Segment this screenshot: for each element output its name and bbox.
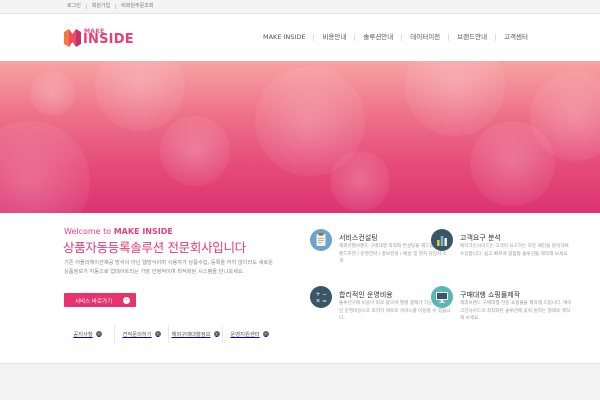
clipboard-icon (310, 229, 332, 251)
nav-data-migration[interactable]: 데이터이전 (402, 33, 448, 42)
quick-link-label: 견적문의하기 (122, 332, 152, 338)
chevron-right-icon: › (95, 331, 102, 337)
bokeh-circle (95, 61, 185, 131)
bokeh-circle (30, 71, 75, 116)
chevron-right-icon: › (213, 331, 220, 337)
service-title: 고객요구 분석 (460, 234, 501, 242)
main-nav: MAKE INSIDE 비용안내 솔루션안내 데이터이전 브랜드안내 고객센터 (255, 33, 536, 42)
welcome-prefix: Welcome to (64, 227, 114, 236)
service-title: 구매대행 쇼핑몰제작 (460, 291, 521, 299)
divider (85, 4, 87, 9)
chevron-right-icon: › (262, 331, 269, 337)
site-logo[interactable]: MAKE INSIDE (64, 28, 148, 48)
nav-make-inside[interactable]: MAKE INSIDE (255, 33, 313, 42)
service-description: 메이크인사이드는 고객이 요구하는 모든 패턴을 분석하여 수용합니다. 쉽고 … (460, 244, 569, 257)
quick-link-label: 운영지원센터 (230, 332, 260, 338)
headline: 상품자동등록솔루션 전문회사입니다 (63, 240, 246, 255)
bokeh-circle (0, 121, 90, 213)
calculator-icon: + − × = (310, 286, 332, 308)
quick-link-label: 공지사항 (73, 332, 93, 338)
quick-links: 공지사항 › 견적문의하기 › 해외구매대행정보 › 운영지원센터 › (61, 325, 276, 343)
quick-link-estimate[interactable]: 견적문의하기 › (115, 325, 169, 343)
bokeh-circle (160, 116, 230, 186)
bottom-section (0, 363, 600, 400)
monitor-icon (431, 286, 453, 308)
welcome-line: Welcome to MAKE INSIDE (64, 227, 173, 236)
service-customer-analysis[interactable]: 고객요구 분석 메이크인사이드는 고객이 요구하는 모든 패턴을 분석하여 수용… (431, 229, 569, 269)
svg-text:=: = (322, 298, 327, 305)
quick-link-notice[interactable]: 공지사항 › (61, 325, 115, 343)
nav-brands[interactable]: 브랜드안내 (449, 33, 495, 42)
nav-support[interactable]: 고객센터 (496, 33, 536, 42)
svg-text:×: × (316, 298, 321, 305)
signup-link[interactable]: 회원가입 (92, 2, 110, 10)
logo-inside-text: INSIDE (83, 32, 134, 47)
nav-pricing[interactable]: 비용안내 (314, 33, 354, 42)
main-content: Welcome to MAKE INSIDE 상품자동등록솔루션 전문회사입니다… (0, 213, 600, 363)
service-go-label: 서비스 바로가기 (75, 298, 113, 305)
quick-link-overseas-info[interactable]: 해외구매대행정보 › (169, 325, 223, 343)
site-header: MAKE INSIDE MAKE INSIDE 비용안내 솔루션안내 데이터이전… (0, 14, 600, 61)
utility-links: 로그인 회원가입 비회원주문조회 (67, 2, 153, 10)
chevron-right-icon: › (154, 331, 161, 337)
guest-order-link[interactable]: 비회원주문조회 (121, 2, 153, 10)
bokeh-circle (405, 61, 505, 136)
service-shop-build[interactable]: 구매대행 쇼핑몰제작 해외브랜드 구매대행 전용 쇼핑몰을 제작해 드립니다. … (431, 286, 572, 326)
quick-link-label: 해외구매대행정보 (171, 332, 211, 338)
service-reasonable-cost[interactable]: + − × = 합리적인 운영비용 솔루션구매 비용이 따로 없으며 월별 결제… (310, 286, 451, 326)
logo-icon (64, 29, 81, 47)
nav-solution[interactable]: 솔루션안내 (355, 33, 401, 42)
service-description: 해외브랜드 구매대행 전용 쇼핑몰을 제작해 드립니다. 메이크인사이드의 최적… (460, 301, 572, 321)
divider (115, 4, 117, 9)
service-consulting[interactable]: 서비스컨설팅 해외유명브랜드 구매대행 최적화 컨설팅을 해드립니다. 브랜드추… (310, 229, 449, 269)
login-link[interactable]: 로그인 (67, 2, 81, 10)
bokeh-circle (330, 151, 390, 211)
utility-bar: 로그인 회원가입 비회원주문조회 (0, 0, 600, 14)
service-title: 합리적인 운영비용 (339, 291, 393, 299)
quick-link-support-center[interactable]: 운영지원센터 › (223, 325, 276, 343)
welcome-brand: MAKE INSIDE (113, 227, 173, 236)
bar-chart-icon (431, 229, 453, 251)
page: 로그인 회원가입 비회원주문조회 MAKE INSIDE MAKE INSIDE… (0, 0, 600, 400)
intro-description: 기존 어플리케이션제공 방식이 아닌 웹방식이며 사용자가 상품수집, 등록을 … (64, 260, 274, 275)
service-title: 서비스컨설팅 (339, 234, 378, 242)
hero-banner (0, 61, 600, 213)
chevron-right-icon: › (123, 296, 130, 304)
service-go-button[interactable]: 서비스 바로가기 › (64, 293, 136, 307)
